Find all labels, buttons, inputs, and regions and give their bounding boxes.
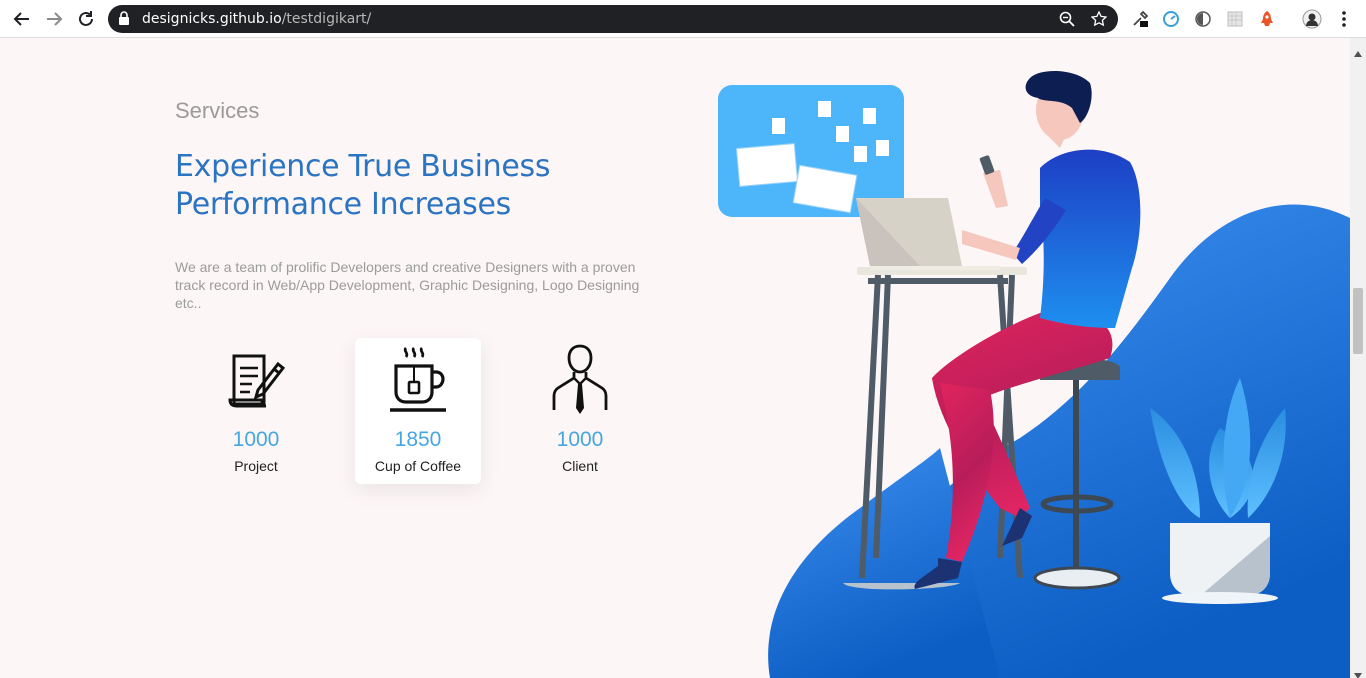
section-headline: Experience True Business Performance Inc… xyxy=(175,148,675,224)
stat-label: Client xyxy=(562,458,598,474)
url-text: designicks.github.io/testdigikart/ xyxy=(142,11,371,27)
url-path: /testdigikart/ xyxy=(281,11,372,27)
stat-label: Cup of Coffee xyxy=(374,458,462,474)
stat-value: 1000 xyxy=(232,428,280,451)
stat-card-project[interactable]: 1000 Project xyxy=(193,338,319,484)
stat-value: 1850 xyxy=(394,428,442,451)
section-eyebrow: Services xyxy=(175,98,260,123)
document-pen-icon xyxy=(228,354,286,408)
rocket-extension-icon[interactable] xyxy=(1257,9,1277,29)
arrow-left-icon xyxy=(13,12,29,26)
stat-card-coffee[interactable]: 1850 Cup of Coffee xyxy=(355,338,481,484)
scrollbar-thumb[interactable] xyxy=(1353,288,1363,354)
headline-line-1: Experience True Business xyxy=(175,149,551,184)
back-button[interactable] xyxy=(10,7,34,31)
reload-button[interactable] xyxy=(74,7,98,31)
browser-toolbar: designicks.github.io/testdigikart/ xyxy=(0,0,1366,38)
forward-button[interactable] xyxy=(42,7,66,31)
stat-card-client[interactable]: 1000 Client xyxy=(517,338,643,484)
reload-icon xyxy=(79,11,93,26)
dark-mode-extension-icon[interactable] xyxy=(1193,9,1213,29)
client-person-icon xyxy=(552,344,608,414)
grid-extension-icon[interactable] xyxy=(1225,9,1245,29)
address-bar[interactable]: designicks.github.io/testdigikart/ xyxy=(108,5,1118,33)
hero-illustration xyxy=(718,71,1350,678)
stat-label: Project xyxy=(234,458,278,474)
eyedropper-extension-icon[interactable] xyxy=(1130,9,1150,29)
headline-line-2: Performance Increases xyxy=(175,187,511,222)
browser-menu-icon[interactable] xyxy=(1334,9,1354,29)
page-scrollbar[interactable] xyxy=(1350,38,1366,678)
url-domain: designicks.github.io xyxy=(142,11,282,27)
bookmark-star-icon[interactable] xyxy=(1090,10,1108,28)
scroll-down-arrow-icon[interactable] xyxy=(1354,664,1362,678)
corkboard xyxy=(718,85,904,217)
coffee-cup-icon xyxy=(390,347,446,412)
stat-value: 1000 xyxy=(556,428,604,451)
speed-extension-icon[interactable] xyxy=(1161,9,1181,29)
section-description: We are a team of prolific Developers and… xyxy=(175,259,640,311)
lock-icon xyxy=(118,11,130,30)
zoom-icon[interactable] xyxy=(1058,10,1076,28)
profile-avatar-icon[interactable] xyxy=(1302,9,1322,29)
services-section: Services Experience True Business Perfor… xyxy=(0,38,1350,678)
arrow-right-icon xyxy=(47,12,63,26)
scroll-up-arrow-icon[interactable] xyxy=(1354,42,1362,61)
